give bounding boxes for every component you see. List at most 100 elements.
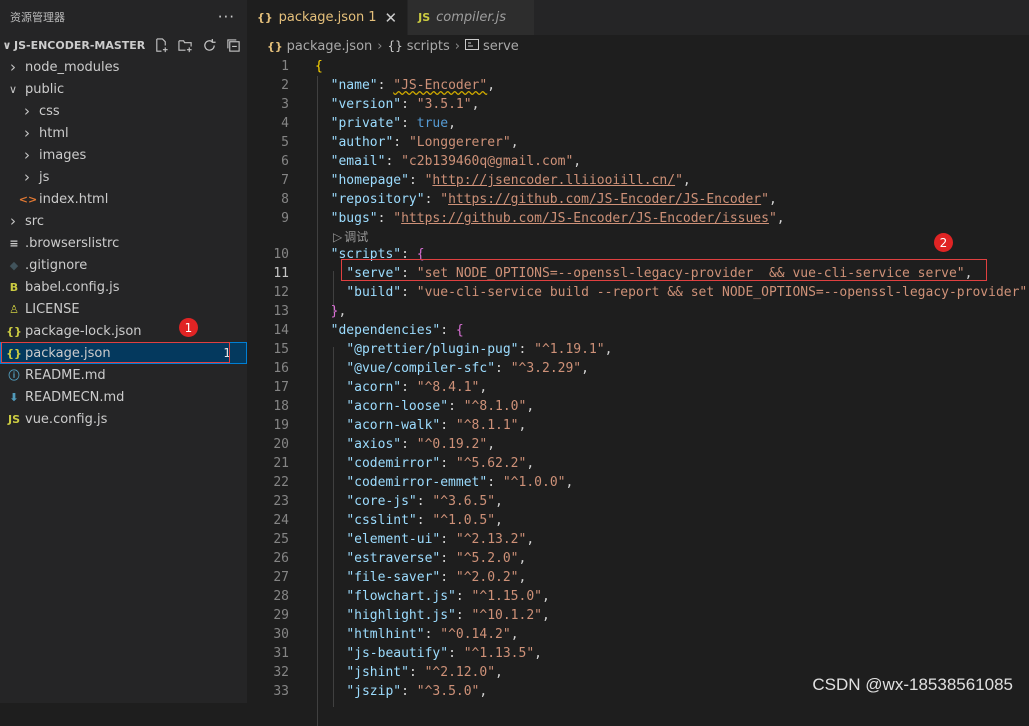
folder-item[interactable]: › html xyxy=(0,122,247,144)
file-item[interactable]: JS vue.config.js xyxy=(0,408,247,430)
line-number: 22 xyxy=(273,475,289,490)
code-text: "csslint": "^1.0.5", xyxy=(346,513,503,528)
project-root[interactable]: ∨ JS-ENCODER-MASTER xyxy=(0,34,247,56)
code-text: "acorn": "^8.4.1", xyxy=(346,380,488,395)
more-actions-icon[interactable]: ··· xyxy=(218,8,235,26)
code-line[interactable]: 8 "repository": "https://github.com/JS-E… xyxy=(247,190,1029,209)
babel-icon: B xyxy=(9,280,19,294)
tab-label: package.json xyxy=(278,10,365,25)
folder-item[interactable]: › node_modules xyxy=(0,56,247,78)
code-line[interactable]: 27 "file-saver": "^2.0.2", xyxy=(247,568,1029,587)
code-line[interactable]: 28 "flowchart.js": "^1.15.0", xyxy=(247,587,1029,606)
tree-item-label: babel.config.js xyxy=(25,279,120,295)
tab-compiler-js[interactable]: JS compiler.js xyxy=(408,0,536,35)
html-file-icon: <> xyxy=(18,192,38,206)
line-number: 21 xyxy=(273,456,289,471)
code-text: "repository": "https://github.com/JS-Enc… xyxy=(330,192,777,207)
code-editor[interactable]: 1{2 "name": "JS-Encoder", 3 "version": "3… xyxy=(247,57,1029,726)
code-text: "htmlhint": "^0.14.2", xyxy=(346,627,519,642)
tab-problem-count: 1 xyxy=(368,10,377,25)
code-line[interactable]: 26 "estraverse": "^5.2.0", xyxy=(247,549,1029,568)
code-line[interactable]: 6 "email": "c2b139460q@gmail.com", xyxy=(247,152,1029,171)
file-item[interactable]: <> index.html xyxy=(0,188,247,210)
js-file-icon: JS xyxy=(7,412,20,426)
code-line[interactable]: 25 "element-ui": "^2.13.2", xyxy=(247,530,1029,549)
code-text: "private": true, xyxy=(330,116,456,131)
callout-badge-1: 1 xyxy=(179,318,198,337)
code-line[interactable]: 4 "private": true, xyxy=(247,114,1029,133)
license-icon: ♙ xyxy=(9,302,19,316)
file-item[interactable]: ◆ .gitignore xyxy=(0,254,247,276)
code-text: "codemirror-emmet": "^1.0.0", xyxy=(346,475,574,490)
watermark: CSDN @wx-18538561085 xyxy=(812,675,1013,694)
line-number: 28 xyxy=(273,589,289,604)
tab-package-json[interactable]: {} package.json 1 ✕ xyxy=(247,0,409,35)
line-number: 26 xyxy=(273,551,289,566)
code-line[interactable]: 22 "codemirror-emmet": "^1.0.0", xyxy=(247,473,1029,492)
chevron-right-icon: › xyxy=(24,168,30,186)
tree-item-label: READMECN.md xyxy=(25,389,125,405)
chevron-right-icon: › xyxy=(377,38,383,54)
code-line[interactable]: 30 "htmlhint": "^0.14.2", xyxy=(247,625,1029,644)
code-line[interactable]: 1{ xyxy=(247,57,1029,76)
code-line[interactable]: 18 "acorn-loose": "^8.1.0", xyxy=(247,397,1029,416)
code-line[interactable]: 15 "@prettier/plugin-pug": "^1.19.1", xyxy=(247,340,1029,359)
code-text: "flowchart.js": "^1.15.0", xyxy=(346,589,550,604)
file-item[interactable]: ≡ .browserslistrc xyxy=(0,232,247,254)
line-number: 18 xyxy=(273,399,289,414)
code-line[interactable]: 17 "acorn": "^8.4.1", xyxy=(247,378,1029,397)
file-item[interactable]: ♙ LICENSE xyxy=(0,298,247,320)
code-line[interactable]: 2 "name": "JS-Encoder", xyxy=(247,76,1029,95)
code-text: "bugs": "https://github.com/JS-Encoder/J… xyxy=(330,211,785,226)
breadcrumb-leaf[interactable]: serve xyxy=(483,39,519,54)
folder-item[interactable]: › images xyxy=(0,144,247,166)
file-item[interactable]: Bbabel.config.js xyxy=(0,276,247,298)
folder-item[interactable]: › src xyxy=(0,210,247,232)
code-line[interactable]: 24 "csslint": "^1.0.5", xyxy=(247,511,1029,530)
code-line[interactable]: 7 "homepage": "http://jsencoder.lliiooii… xyxy=(247,171,1029,190)
js-file-icon: JS xyxy=(418,11,431,24)
code-line[interactable]: 20 "axios": "^0.19.2", xyxy=(247,435,1029,454)
code-line[interactable]: 9 "bugs": "https://github.com/JS-Encoder… xyxy=(247,209,1029,228)
line-number: 24 xyxy=(273,513,289,528)
breadcrumb-file[interactable]: package.json xyxy=(287,39,373,54)
folder-item[interactable]: ∨ public xyxy=(0,78,247,100)
code-line[interactable]: 16 "@vue/compiler-sfc": "^3.2.29", xyxy=(247,359,1029,378)
code-line[interactable]: 21 "codemirror": "^5.62.2", xyxy=(247,454,1029,473)
folder-item[interactable]: › js xyxy=(0,166,247,188)
code-line[interactable]: 31 "js-beautify": "^1.13.5", xyxy=(247,644,1029,663)
folder-item[interactable]: › css xyxy=(0,100,247,122)
file-item[interactable]: {} package.json 1 xyxy=(0,342,247,364)
code-line[interactable]: 13 }, xyxy=(247,302,1029,321)
tree-item-label: .browserslistrc xyxy=(25,235,120,251)
file-item[interactable]: ⬇ READMECN.md xyxy=(0,386,247,408)
collapse-all-icon[interactable] xyxy=(225,37,241,53)
code-line[interactable]: 29 "highlight.js": "^10.1.2", xyxy=(247,606,1029,625)
code-line[interactable]: 19 "acorn-walk": "^8.1.1", xyxy=(247,416,1029,435)
code-line[interactable]: 12 "build": "vue-cli-service build --rep… xyxy=(247,283,1029,302)
code-text: "acorn-walk": "^8.1.1", xyxy=(346,418,527,433)
info-icon: ⓘ xyxy=(8,369,20,382)
code-line[interactable]: 5 "author": "Longgererer", xyxy=(247,133,1029,152)
code-line[interactable]: 23 "core-js": "^3.6.5", xyxy=(247,492,1029,511)
line-number: 6 xyxy=(281,154,289,169)
file-item[interactable]: {} package-lock.json xyxy=(0,320,247,342)
codelens-debug[interactable]: ▷ 调试 xyxy=(247,228,1029,245)
close-icon[interactable]: ✕ xyxy=(385,9,398,27)
code-line[interactable]: 14 "dependencies": { xyxy=(247,321,1029,340)
code-text: "element-ui": "^2.13.2", xyxy=(346,532,535,547)
code-line[interactable]: 3 "version": "3.5.1", xyxy=(247,95,1029,114)
file-item[interactable]: ⓘ README.md xyxy=(0,364,247,386)
breadcrumb-section[interactable]: scripts xyxy=(407,39,450,54)
explorer-sidebar: 资源管理器 ··· ∨ JS-ENCODER-MASTER › node_modu… xyxy=(0,0,247,703)
new-folder-icon[interactable] xyxy=(177,37,193,53)
refresh-icon[interactable] xyxy=(201,37,217,53)
json-icon: {} xyxy=(267,39,283,53)
new-file-icon[interactable] xyxy=(153,37,169,53)
code-text: "estraverse": "^5.2.0", xyxy=(346,551,527,566)
chevron-right-icon: › xyxy=(454,38,460,54)
line-number: 4 xyxy=(281,116,289,131)
line-number: 11 xyxy=(273,266,289,281)
tab-label: compiler.js xyxy=(436,10,507,25)
tree-item-label: html xyxy=(39,125,69,141)
